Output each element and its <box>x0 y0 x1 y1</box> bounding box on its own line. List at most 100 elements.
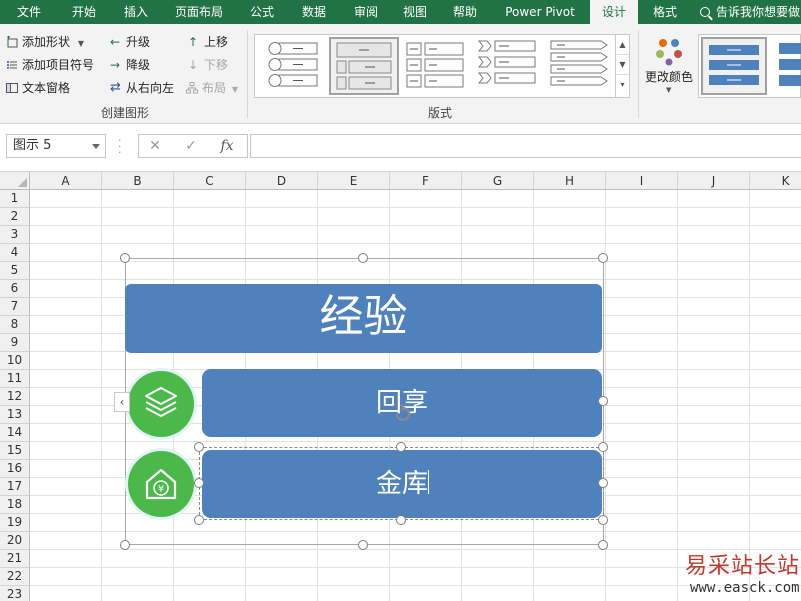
column-header-e[interactable]: E <box>318 172 390 190</box>
item-circle-1[interactable] <box>128 371 194 437</box>
row-header-4[interactable]: 4 <box>0 244 30 262</box>
resize-handle[interactable] <box>358 540 368 550</box>
tab-review[interactable]: 审阅 <box>340 0 392 24</box>
gallery-more-icon[interactable]: ▾ <box>616 75 629 95</box>
move-down-button[interactable]: ↓ 下移 <box>188 56 228 74</box>
column-header-g[interactable]: G <box>462 172 534 190</box>
resize-handle[interactable] <box>358 253 368 263</box>
promote-button[interactable]: ← 升级 <box>110 33 150 51</box>
style-thumb-2[interactable] <box>773 39 801 95</box>
row-header-2[interactable]: 2 <box>0 208 30 226</box>
column-header-f[interactable]: F <box>390 172 462 190</box>
resize-handle[interactable] <box>120 540 130 550</box>
row-header-7[interactable]: 7 <box>0 298 30 316</box>
resize-handle[interactable] <box>396 442 406 452</box>
resize-handle[interactable] <box>194 515 204 525</box>
column-header-h[interactable]: H <box>534 172 606 190</box>
gallery-down-icon[interactable]: ▼ <box>616 55 629 75</box>
tab-insert[interactable]: 插入 <box>110 0 162 24</box>
row-header-5[interactable]: 5 <box>0 262 30 280</box>
add-shape-button[interactable]: 添加形状 ▼ <box>6 33 84 51</box>
add-bullet-button[interactable]: 添加项目符号 <box>6 56 94 74</box>
column-header-c[interactable]: C <box>174 172 246 190</box>
resize-handle[interactable] <box>598 540 608 550</box>
resize-handle[interactable] <box>598 515 608 525</box>
cancel-icon[interactable]: ✕ <box>143 135 167 157</box>
column-header-j[interactable]: J <box>678 172 750 190</box>
row-header-9[interactable]: 9 <box>0 334 30 352</box>
insert-function-button[interactable]: fx <box>215 135 239 157</box>
tab-view[interactable]: 视图 <box>392 0 438 24</box>
layout-thumb-chevrons[interactable] <box>473 37 543 95</box>
row-header-17[interactable]: 17 <box>0 478 30 496</box>
smartart-title-shape[interactable]: 经验 <box>125 284 602 353</box>
tab-formulas[interactable]: 公式 <box>236 0 288 24</box>
row-header-18[interactable]: 18 <box>0 496 30 514</box>
resize-handle[interactable] <box>598 396 608 406</box>
tab-format[interactable]: 格式 <box>640 0 690 24</box>
gallery-up-icon[interactable]: ▲ <box>616 35 629 55</box>
tab-data[interactable]: 数据 <box>288 0 340 24</box>
tab-design[interactable]: 设计 <box>590 0 638 24</box>
column-header-k[interactable]: K <box>750 172 801 190</box>
resize-handle[interactable] <box>194 442 204 452</box>
name-box[interactable]: 图示 5 <box>6 134 106 158</box>
resize-handle[interactable] <box>396 515 406 525</box>
layout-thumb-selected[interactable] <box>329 37 399 95</box>
tab-home[interactable]: 开始 <box>58 0 110 24</box>
select-all-button[interactable] <box>0 172 30 190</box>
resize-handle[interactable] <box>598 442 608 452</box>
tell-me-search[interactable]: 告诉我你想要做 <box>700 0 800 24</box>
text-pane-toggle[interactable]: ‹ <box>114 392 130 412</box>
row-header-11[interactable]: 11 <box>0 370 30 388</box>
resize-handle[interactable] <box>194 478 204 488</box>
row-header-8[interactable]: 8 <box>0 316 30 334</box>
row-header-15[interactable]: 15 <box>0 442 30 460</box>
more-dots-icon[interactable]: · · · <box>118 135 122 158</box>
layout-thumb-circles[interactable] <box>257 37 327 95</box>
rotate-handle-icon[interactable] <box>392 403 414 425</box>
row-header-13[interactable]: 13 <box>0 406 30 424</box>
gallery-scroll[interactable]: ▲ ▼ ▾ <box>615 35 629 97</box>
layout-thumb-lists[interactable] <box>401 37 471 95</box>
row-header-19[interactable]: 19 <box>0 514 30 532</box>
layout-button[interactable]: 布局 ▼ <box>186 79 238 97</box>
tab-power-pivot[interactable]: Power Pivot <box>492 0 588 24</box>
smartart-styles-gallery <box>698 34 801 98</box>
tab-page-layout[interactable]: 页面布局 <box>162 0 236 24</box>
style-thumb-selected[interactable] <box>701 37 767 95</box>
move-up-button[interactable]: ↑ 上移 <box>188 33 228 51</box>
column-header-d[interactable]: D <box>246 172 318 190</box>
column-header-a[interactable]: A <box>30 172 102 190</box>
grid-line <box>30 585 801 586</box>
row-header-22[interactable]: 22 <box>0 568 30 586</box>
row-header-16[interactable]: 16 <box>0 460 30 478</box>
add-bullet-label: 添加项目符号 <box>22 58 95 72</box>
grid-line <box>30 243 801 244</box>
right-to-left-button[interactable]: ⇄ 从右向左 <box>110 79 174 97</box>
resize-handle[interactable] <box>598 478 608 488</box>
resize-handle[interactable] <box>120 253 130 263</box>
change-colors-button[interactable]: 更改颜色 ▼ <box>642 32 696 98</box>
item-circle-2[interactable]: ¥ <box>128 451 194 517</box>
text-pane-button[interactable]: 文本窗格 <box>6 79 70 97</box>
row-header-3[interactable]: 3 <box>0 226 30 244</box>
demote-button[interactable]: → 降级 <box>110 56 150 74</box>
column-header-i[interactable]: I <box>606 172 678 190</box>
row-header-12[interactable]: 12 <box>0 388 30 406</box>
formula-input[interactable] <box>250 134 801 158</box>
resize-handle[interactable] <box>598 253 608 263</box>
row-header-10[interactable]: 10 <box>0 352 30 370</box>
row-header-23[interactable]: 23 <box>0 586 30 601</box>
layout-thumb-arrows[interactable] <box>545 37 615 95</box>
chevron-down-icon[interactable] <box>92 144 100 149</box>
row-header-6[interactable]: 6 <box>0 280 30 298</box>
tab-help[interactable]: 帮助 <box>438 0 492 24</box>
row-header-20[interactable]: 20 <box>0 532 30 550</box>
confirm-icon[interactable]: ✓ <box>179 135 203 157</box>
tab-file[interactable]: 文件 <box>0 0 58 24</box>
row-header-21[interactable]: 21 <box>0 550 30 568</box>
row-header-14[interactable]: 14 <box>0 424 30 442</box>
row-header-1[interactable]: 1 <box>0 190 30 208</box>
column-header-b[interactable]: B <box>102 172 174 190</box>
